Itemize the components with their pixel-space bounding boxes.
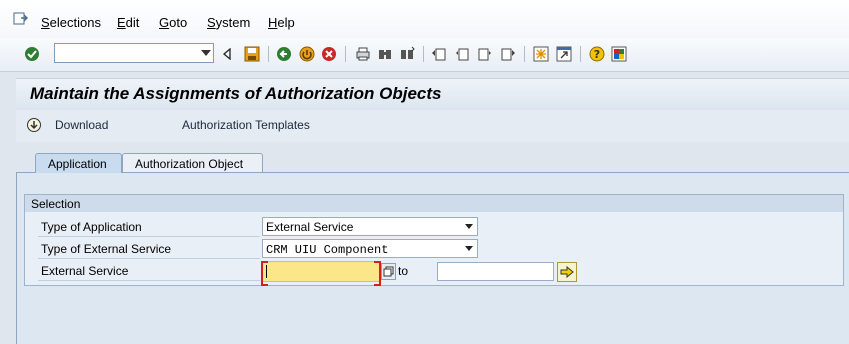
menu-system[interactable]: System [207,15,250,30]
customize-layout-icon[interactable] [610,45,628,63]
authorization-templates-button[interactable]: Authorization Templates [182,118,310,132]
title-bar: Maintain the Assignments of Authorizatio… [16,78,849,110]
find-icon[interactable] [376,45,394,63]
tab-authorization-object[interactable]: Authorization Object [122,153,263,173]
type-of-external-service-label: Type of External Service [41,242,172,256]
create-session-icon[interactable] [532,45,550,63]
type-of-application-value: External Service [266,220,354,234]
previous-page-icon[interactable] [453,45,471,63]
tab-application-label: Application [48,157,107,171]
help-icon[interactable]: ? [588,45,606,63]
range-to-label: to [398,264,409,278]
last-page-icon[interactable] [499,45,517,63]
multiple-selection-icon[interactable] [381,263,396,280]
enter-icon[interactable] [23,45,41,63]
type-of-application-select[interactable]: External Service [262,217,478,236]
type-of-external-service-select[interactable]: CRM UIU Component [262,239,478,258]
page-title: Maintain the Assignments of Authorizatio… [30,84,442,103]
external-service-from-input[interactable] [261,261,381,286]
command-field[interactable] [54,43,214,63]
chevron-down-icon[interactable] [465,224,473,229]
shortcut-icon[interactable] [555,45,573,63]
download-button[interactable]: Download [55,118,108,132]
download-icon[interactable] [26,117,42,133]
system-menu-icon[interactable] [13,12,29,26]
arrow-right-icon [560,266,574,278]
external-service-label: External Service [41,264,129,278]
chevron-down-icon[interactable] [465,246,473,251]
menu-goto[interactable]: Goto [159,15,187,30]
tab-authorization-object-label: Authorization Object [135,157,244,171]
menu-selections[interactable]: Selections [41,15,101,30]
exit-icon[interactable] [298,45,316,63]
svg-text:?: ? [594,48,600,61]
back-arrow-icon[interactable] [218,45,236,63]
save-icon[interactable] [243,45,261,63]
text-caret [266,265,267,278]
back-icon[interactable] [275,45,293,63]
type-of-external-service-value: CRM UIU Component [266,243,389,257]
menu-edit[interactable]: Edit [117,15,139,30]
selection-group-title: Selection [25,195,843,212]
chevron-down-icon[interactable] [201,50,211,56]
application-toolbar: Download Authorization Templates [16,110,849,142]
tab-application[interactable]: Application [35,153,122,173]
next-page-icon[interactable] [476,45,494,63]
print-icon[interactable] [354,45,372,63]
command-input[interactable] [55,44,195,62]
multiple-selection-button[interactable] [557,262,577,282]
first-page-icon[interactable] [430,45,448,63]
cancel-icon[interactable] [320,45,338,63]
menu-help[interactable]: Help [268,15,295,30]
type-of-application-label: Type of Application [41,220,142,234]
find-next-icon[interactable] [398,45,416,63]
standard-toolbar: ? [0,38,849,72]
external-service-to-input[interactable] [437,262,554,281]
